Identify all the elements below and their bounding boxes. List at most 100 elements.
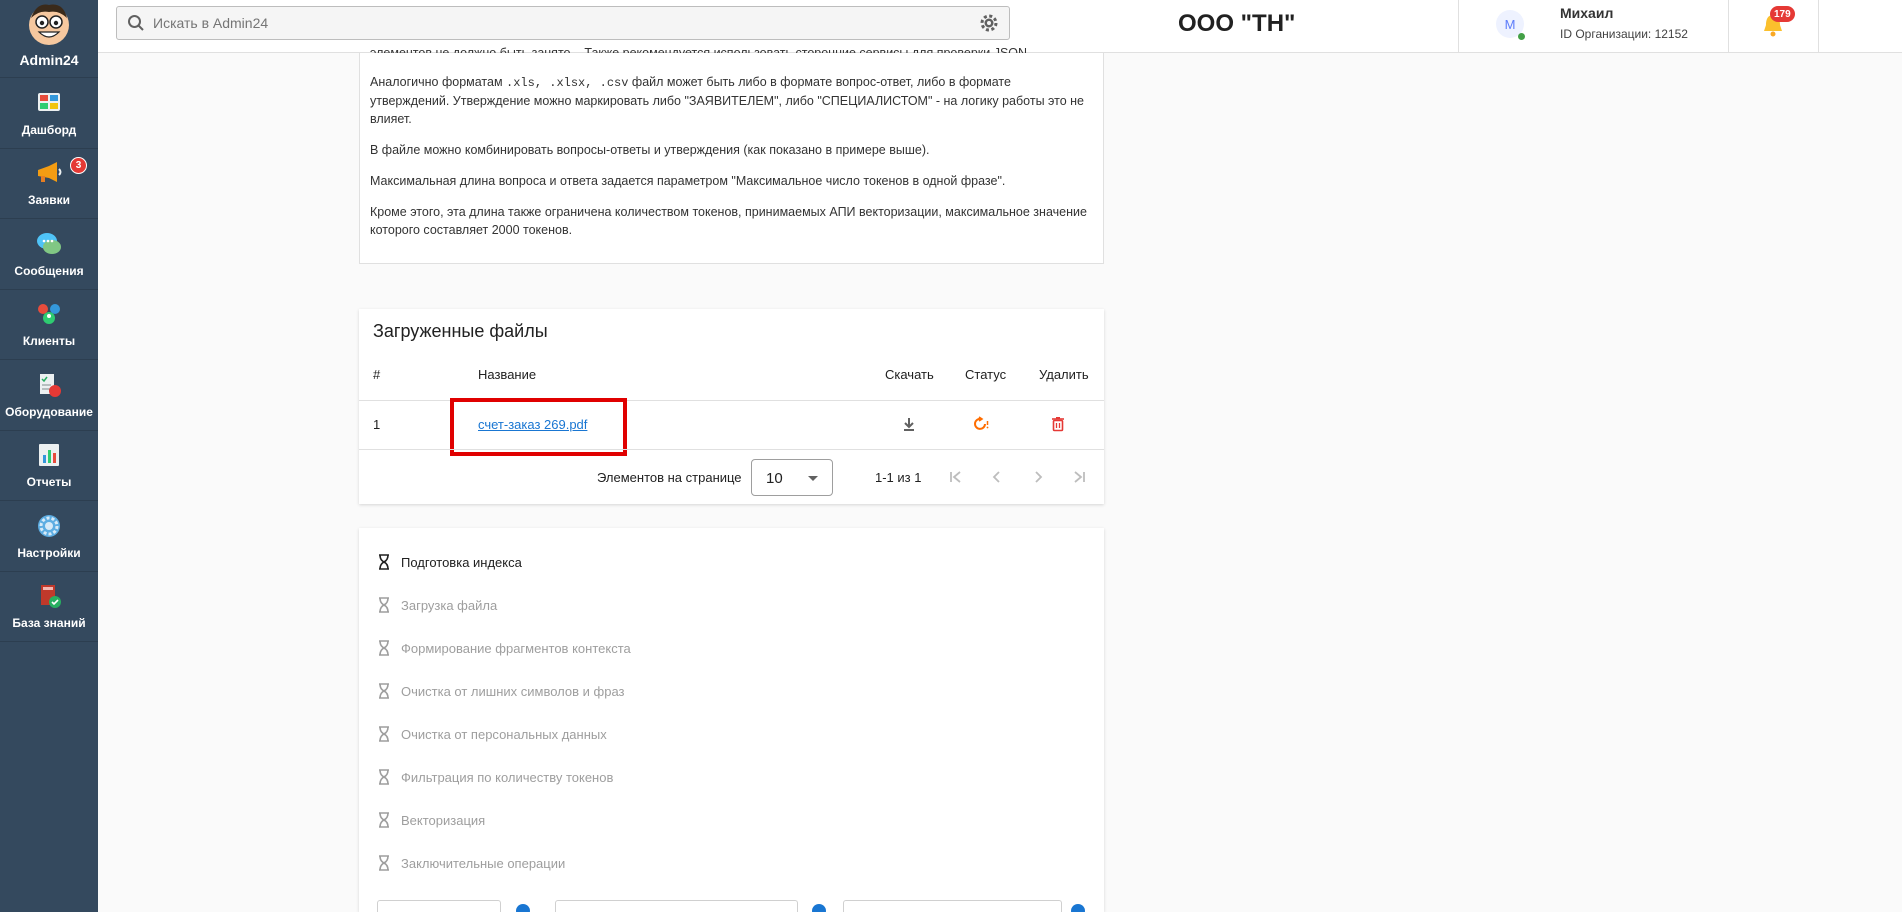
uploaded-files-card: Загруженные файлы # Название Скачать Ста…	[359, 309, 1104, 504]
reports-icon	[39, 444, 59, 467]
search-settings-gear-icon[interactable]	[979, 13, 999, 33]
app-name: Admin24	[19, 52, 79, 68]
step-label: Загрузка файла	[401, 597, 498, 613]
step-item: Очистка от лишних символов и фраз	[377, 683, 624, 699]
row-number: 1	[373, 417, 381, 432]
sidebar-item-dashboard[interactable]: Дашборд	[0, 78, 98, 149]
divider	[1458, 0, 1459, 53]
sidebar-item-settings[interactable]: Настройки	[0, 501, 98, 572]
sidebar-item-label: Дашборд	[21, 122, 77, 137]
sidebar-item-label: Отчеты	[26, 475, 72, 490]
info-paragraph: Максимальная длина вопроса и ответа зада…	[370, 174, 1006, 188]
sidebar-item-label: Настройки	[17, 545, 81, 560]
hourglass-icon	[379, 597, 389, 613]
step-label: Векторизация	[401, 812, 486, 828]
gear-icon	[38, 514, 60, 537]
search-box	[116, 6, 1010, 40]
column-header-name[interactable]: Название	[478, 367, 536, 382]
format-code: .xls, .xlsx, .csv	[506, 76, 629, 90]
hourglass-icon	[379, 812, 389, 828]
step-item: Заключительные операции	[377, 855, 565, 871]
equipment-icon	[40, 373, 61, 397]
knowledge-base-icon	[41, 585, 61, 609]
chat-icon	[37, 232, 61, 254]
page-size-select[interactable]: 10	[751, 459, 833, 496]
step-label: Фильтрация по количеству токенов	[401, 769, 614, 785]
previous-page-icon[interactable]	[989, 469, 1005, 485]
files-title: Загруженные файлы	[373, 321, 548, 341]
step-item: Фильтрация по количеству токенов	[377, 769, 613, 785]
page-size-label: Элементов на странице	[597, 470, 742, 485]
sidebar-item-messages[interactable]: Сообщения	[0, 219, 98, 290]
hourglass-icon	[379, 769, 389, 785]
sidebar: Admin24 Дашборд Заявки 3 Сообщения Клиен…	[0, 0, 98, 912]
online-status-dot	[1518, 33, 1525, 40]
processing-status-icon	[974, 416, 989, 430]
divider	[359, 449, 1104, 450]
sidebar-item-requests[interactable]: Заявки 3	[0, 149, 98, 219]
column-header-number: #	[373, 367, 381, 382]
column-header-download: Скачать	[885, 367, 934, 382]
processing-steps-card: Подготовка индекса Загрузка файла Формир…	[359, 528, 1104, 912]
sidebar-item-label: Оборудование	[5, 404, 93, 419]
info-paragraph: В файле можно комбинировать вопросы-отве…	[370, 143, 930, 157]
clients-icon	[38, 304, 60, 325]
highlight-annotation-box	[450, 398, 627, 456]
step-label: Формирование фрагментов контекста	[401, 640, 631, 656]
step-item: Формирование фрагментов контекста	[377, 640, 631, 656]
dashboard-icon	[38, 92, 60, 111]
sidebar-item-knowledge-base[interactable]: База знаний	[0, 572, 98, 642]
search-input[interactable]	[153, 15, 979, 31]
sidebar-item-label: Заявки	[28, 193, 70, 208]
sidebar-item-equipment[interactable]: Оборудование	[0, 360, 98, 431]
info-icon[interactable]	[812, 904, 826, 912]
first-page-icon[interactable]	[948, 469, 964, 485]
step-item: Подготовка индекса	[377, 554, 522, 570]
organization-title: ООО "ТН"	[1178, 10, 1296, 37]
info-text: Аналогично форматам	[370, 75, 507, 89]
step-label: Подготовка индекса	[401, 554, 522, 570]
notification-count-badge: 179	[1770, 6, 1795, 22]
step-label: Очистка от лишних символов и фраз	[401, 683, 625, 699]
megaphone-icon	[38, 162, 62, 183]
divider	[1818, 0, 1819, 53]
info-icon[interactable]	[1071, 904, 1085, 912]
step-item: Очистка от персональных данных	[377, 726, 607, 742]
hourglass-icon	[379, 726, 389, 742]
info-paragraph: Аналогично форматам .xls, .xlsx, .csv фа…	[370, 73, 1093, 128]
truncated-text-line: элементов не должно быть занято... Также…	[370, 46, 1031, 60]
info-icon[interactable]	[516, 904, 530, 912]
user-name[interactable]: Михаил	[1560, 5, 1613, 21]
next-page-icon[interactable]	[1030, 469, 1046, 485]
download-icon[interactable]	[901, 416, 917, 432]
step-item: Векторизация	[377, 812, 485, 828]
format-info-card: элементов не должно быть занято... Также…	[359, 46, 1104, 264]
setting-field[interactable]	[555, 900, 798, 912]
column-header-delete: Удалить	[1039, 367, 1089, 382]
step-label: Заключительные операции	[401, 855, 566, 871]
hourglass-icon	[379, 683, 389, 699]
sidebar-item-clients[interactable]: Клиенты	[0, 290, 98, 360]
hourglass-icon	[379, 554, 389, 570]
setting-field[interactable]	[843, 900, 1062, 912]
info-paragraph: Кроме этого, эта длина также ограничена …	[370, 205, 1087, 237]
caret-down-icon	[808, 476, 818, 481]
hourglass-icon	[379, 640, 389, 656]
app-logo[interactable]: Admin24	[0, 0, 98, 78]
sidebar-item-label: Сообщения	[14, 263, 84, 278]
trash-icon[interactable]	[1050, 416, 1066, 432]
last-page-icon[interactable]	[1071, 469, 1087, 485]
requests-badge: 3	[70, 156, 87, 174]
sidebar-item-reports[interactable]: Отчеты	[0, 431, 98, 501]
step-label: Очистка от персональных данных	[401, 726, 607, 742]
step-item: Загрузка файла	[377, 597, 497, 613]
sidebar-item-label: Клиенты	[22, 334, 76, 349]
column-header-status: Статус	[965, 367, 1007, 382]
sidebar-item-label: База знаний	[12, 616, 86, 631]
pagination-range: 1-1 из 1	[875, 470, 922, 485]
mascot-logo-icon	[29, 4, 69, 45]
organization-id: ID Организации: 12152	[1560, 27, 1688, 41]
divider	[1728, 0, 1729, 53]
search-icon	[128, 15, 144, 31]
setting-field[interactable]	[377, 900, 501, 912]
